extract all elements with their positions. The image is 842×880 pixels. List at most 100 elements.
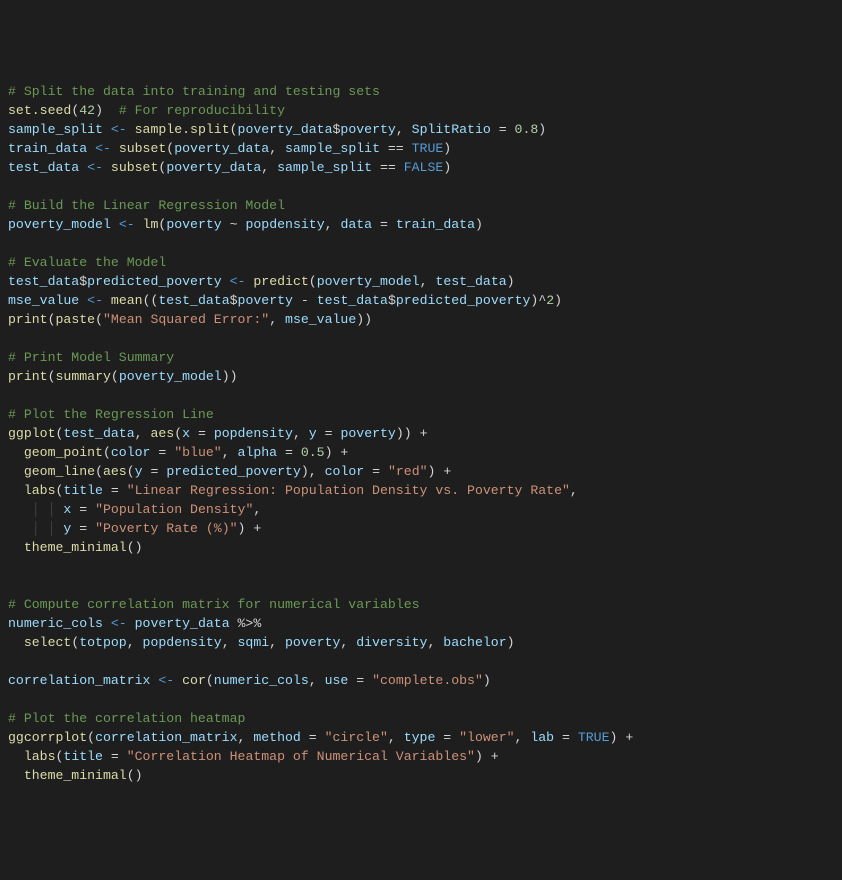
code-line[interactable]: mse_value <- mean((test_data$poverty - t… <box>8 291 834 310</box>
code-line[interactable]: print(paste("Mean Squared Error:", mse_v… <box>8 310 834 329</box>
code-token: 0.8 <box>515 122 539 137</box>
code-token: print <box>8 369 48 384</box>
code-token <box>103 103 119 118</box>
code-token: ( <box>103 445 111 460</box>
code-token: sample_split <box>285 141 380 156</box>
code-token: mean <box>111 293 143 308</box>
code-line[interactable] <box>8 576 834 595</box>
code-line[interactable]: # Split the data into training and testi… <box>8 82 834 101</box>
code-token: sample.split <box>135 122 230 137</box>
code-line[interactable] <box>8 652 834 671</box>
code-token: , <box>269 312 285 327</box>
code-token: set.seed <box>8 103 71 118</box>
code-token: ( <box>95 464 103 479</box>
code-token: # Compute correlation matrix for numeric… <box>8 597 420 612</box>
code-line[interactable]: test_data <- subset(poverty_data, sample… <box>8 158 834 177</box>
code-line[interactable]: # Compute correlation matrix for numeric… <box>8 595 834 614</box>
code-token: subset <box>119 141 166 156</box>
code-token: ( <box>111 369 119 384</box>
code-token: ) <box>95 103 103 118</box>
code-line[interactable]: geom_line(aes(y = predicted_poverty), co… <box>8 462 834 481</box>
code-token: ( <box>55 749 63 764</box>
code-token: geom_line <box>24 464 95 479</box>
code-token: ) <box>507 274 515 289</box>
code-token: mse_value <box>285 312 356 327</box>
code-line[interactable]: theme_minimal() <box>8 538 834 557</box>
code-token: │ │ <box>32 521 64 536</box>
code-token: ( <box>309 274 317 289</box>
code-token: poverty_data <box>135 616 230 631</box>
code-token: = <box>348 673 372 688</box>
code-token: <- <box>95 141 111 156</box>
code-token: labs <box>24 483 56 498</box>
code-token: predicted_poverty <box>166 464 301 479</box>
code-token: , <box>570 483 578 498</box>
code-line[interactable]: print(summary(poverty_model)) <box>8 367 834 386</box>
code-token: , <box>427 635 443 650</box>
code-editor[interactable]: # Split the data into training and testi… <box>8 82 834 785</box>
code-token: , <box>420 274 436 289</box>
code-token: = <box>190 426 214 441</box>
code-token: - <box>293 293 317 308</box>
code-line[interactable] <box>8 690 834 709</box>
code-token: 2 <box>546 293 554 308</box>
code-line[interactable] <box>8 329 834 348</box>
code-line[interactable]: select(totpop, popdensity, sqmi, poverty… <box>8 633 834 652</box>
code-token: y <box>309 426 317 441</box>
code-line[interactable]: ggcorrplot(correlation_matrix, method = … <box>8 728 834 747</box>
code-line[interactable]: │ │ x = "Population Density", <box>8 500 834 519</box>
code-token: ) <box>483 673 491 688</box>
code-line[interactable]: train_data <- subset(poverty_data, sampl… <box>8 139 834 158</box>
code-token: test_data <box>8 274 79 289</box>
code-token: $ <box>388 293 396 308</box>
code-line[interactable]: sample_split <- sample.split(poverty_dat… <box>8 120 834 139</box>
code-line[interactable]: test_data$predicted_poverty <- predict(p… <box>8 272 834 291</box>
code-token: y <box>135 464 143 479</box>
code-line[interactable]: labs(title = "Correlation Heatmap of Num… <box>8 747 834 766</box>
code-line[interactable]: ggplot(test_data, aes(x = popdensity, y … <box>8 424 834 443</box>
code-token: poverty_model <box>8 217 111 232</box>
code-line[interactable]: correlation_matrix <- cor(numeric_cols, … <box>8 671 834 690</box>
code-token: <- <box>111 616 127 631</box>
code-line[interactable]: theme_minimal() <box>8 766 834 785</box>
code-token: mse_value <box>8 293 79 308</box>
code-token: <- <box>111 122 127 137</box>
code-token: "complete.obs" <box>372 673 483 688</box>
code-token: popdensity <box>214 426 293 441</box>
code-line[interactable]: poverty_model <- lm(poverty ~ popdensity… <box>8 215 834 234</box>
code-token: () <box>127 768 143 783</box>
code-token: ( <box>48 369 56 384</box>
code-line[interactable]: set.seed(42) # For reproducibility <box>8 101 834 120</box>
code-line[interactable]: # Evaluate the Model <box>8 253 834 272</box>
code-token: ) + <box>610 730 634 745</box>
code-token: numeric_cols <box>214 673 309 688</box>
code-line[interactable]: # Plot the correlation heatmap <box>8 709 834 728</box>
code-token: $ <box>79 274 87 289</box>
code-line[interactable]: labs(title = "Linear Regression: Populat… <box>8 481 834 500</box>
code-token: bachelor <box>443 635 506 650</box>
code-token <box>8 445 24 460</box>
code-token: , <box>293 426 309 441</box>
code-token: ( <box>127 464 135 479</box>
code-line[interactable] <box>8 177 834 196</box>
code-token: poverty_data <box>166 160 261 175</box>
code-token: = <box>491 122 515 137</box>
code-token: diversity <box>356 635 427 650</box>
code-line[interactable]: │ │ y = "Poverty Rate (%)") + <box>8 519 834 538</box>
code-line[interactable] <box>8 234 834 253</box>
code-token: ( <box>95 312 103 327</box>
code-token: = <box>364 464 388 479</box>
code-token: ) + <box>238 521 262 536</box>
code-line[interactable] <box>8 557 834 576</box>
code-token <box>222 274 230 289</box>
code-token <box>8 540 24 555</box>
code-token: $ <box>230 293 238 308</box>
code-line[interactable] <box>8 386 834 405</box>
code-line[interactable]: numeric_cols <- poverty_data %>% <box>8 614 834 633</box>
code-token: FALSE <box>404 160 444 175</box>
code-line[interactable]: geom_point(color = "blue", alpha = 0.5) … <box>8 443 834 462</box>
code-line[interactable]: # Plot the Regression Line <box>8 405 834 424</box>
code-token: "Linear Regression: Population Density v… <box>127 483 570 498</box>
code-line[interactable]: # Print Model Summary <box>8 348 834 367</box>
code-line[interactable]: # Build the Linear Regression Model <box>8 196 834 215</box>
